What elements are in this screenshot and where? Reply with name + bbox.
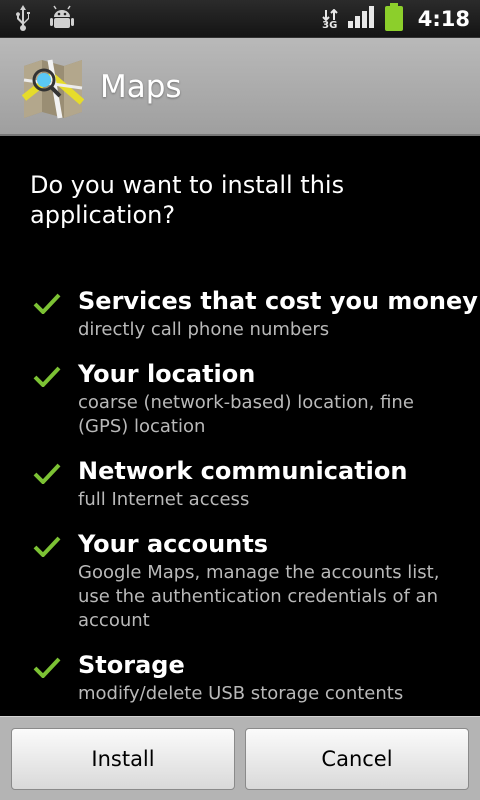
- cancel-button[interactable]: Cancel: [245, 728, 469, 790]
- permission-title: Network communication: [78, 457, 408, 485]
- app-header: Maps: [0, 38, 480, 136]
- check-icon: [33, 463, 61, 484]
- permissions-panel[interactable]: Do you want to install this application?…: [0, 136, 480, 716]
- install-button[interactable]: Install: [11, 728, 235, 790]
- signal-icon: [347, 6, 374, 32]
- maps-icon: [21, 58, 85, 120]
- permission-title: Your accounts: [78, 530, 269, 558]
- check-icon: [33, 657, 61, 678]
- app-title: Maps: [100, 69, 182, 105]
- check-icon: [33, 293, 61, 314]
- clock: 4:18: [417, 7, 470, 31]
- permission-description: directly call phone numbers: [78, 319, 330, 340]
- battery-icon: [384, 3, 404, 35]
- button-bar: Install Cancel: [0, 716, 480, 800]
- permission-title: Storage: [78, 651, 185, 679]
- status-bar: 3G 4:18: [0, 0, 480, 38]
- 3g-icon: 3G: [322, 8, 338, 31]
- permission-description: modify/delete USB storage contents: [78, 683, 404, 704]
- usb-icon: [14, 4, 32, 36]
- install-prompt: Do you want to install this application?: [30, 171, 345, 229]
- permission-title: Your location: [78, 360, 256, 388]
- check-icon: [33, 366, 61, 387]
- permission-description: full Internet access: [78, 489, 250, 510]
- check-icon: [33, 536, 61, 557]
- permission-description: Google Maps, manage the accounts list, u…: [78, 562, 440, 631]
- permission-description: coarse (network-based) location, fine (G…: [78, 392, 414, 437]
- network-type-label: 3G: [322, 19, 338, 31]
- android-debug-icon: [50, 4, 74, 36]
- permission-title: Services that cost you money: [78, 287, 478, 315]
